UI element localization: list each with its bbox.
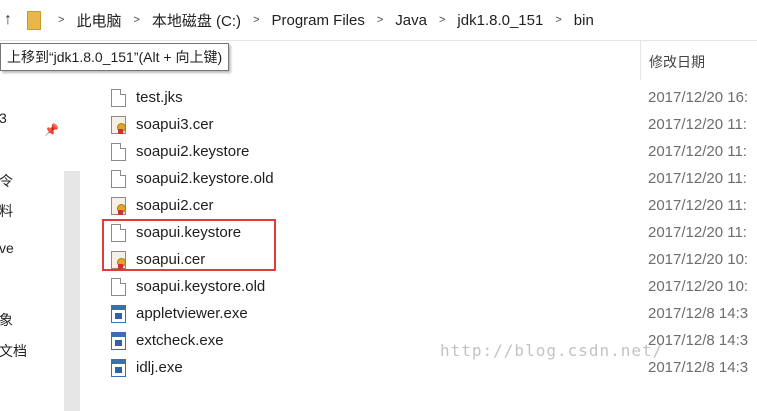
breadcrumb-separator-icon[interactable]: > [439,14,445,26]
breadcrumb-item[interactable]: jdk1.8.0_151 [457,12,543,29]
arrow-up-icon: ↑ [4,11,12,28]
file-row[interactable]: appletviewer.exe 2017/12/8 14:3 [108,301,757,328]
file-name: soapui2.keystore.old [136,170,274,187]
nav-item[interactable]: 料 [0,201,13,221]
document-icon [111,89,126,107]
breadcrumb-item[interactable]: 此电脑 [76,10,121,31]
breadcrumb-item[interactable]: 本地磁盘 (C:) [152,10,241,31]
nav-item[interactable]: 3 [0,110,7,126]
breadcrumb-item[interactable]: Program Files [272,12,365,29]
file-name: soapui.keystore.old [136,278,266,295]
file-date: 2017/12/20 11: [648,197,747,214]
executable-icon [111,332,126,350]
nav-item[interactable]: 象 [0,310,13,330]
file-date: 2017/12/20 11: [648,143,747,160]
watermark: http://blog.csdn.net/ [440,341,664,360]
file-name: soapui2.keystore [136,143,250,160]
breadcrumb-item[interactable]: Java [395,12,427,29]
file-name: appletviewer.exe [136,305,248,322]
document-icon [111,170,126,188]
folder-icon [27,11,41,30]
breadcrumb-separator-icon[interactable]: > [58,14,64,26]
document-icon [111,143,126,161]
address-bar: ↑ > 此电脑 > 本地磁盘 (C:) > Program Files > Ja… [0,0,757,41]
file-name: soapui2.cer [136,197,214,214]
nav-item[interactable]: ve [0,240,14,256]
file-row[interactable]: soapui2.keystore 2017/12/20 11: [108,139,757,166]
file-date: 2017/12/8 14:3 [648,305,749,322]
file-name: idlj.exe [136,359,183,376]
breadcrumb-separator-icon[interactable]: > [133,14,139,26]
file-row[interactable]: soapui3.cer 2017/12/20 11: [108,112,757,139]
highlight-box [102,219,276,271]
breadcrumb-separator-icon[interactable]: > [377,14,383,26]
certificate-icon [111,116,126,134]
column-header-label: 修改日期 [649,54,705,70]
executable-icon [111,305,126,323]
tooltip: 上移到“jdk1.8.0_151”(Alt + 向上键) [0,43,230,71]
file-name: extcheck.exe [136,332,224,349]
file-date: 2017/12/20 10: [648,278,749,295]
file-name: soapui3.cer [136,116,214,133]
breadcrumb-separator-icon[interactable]: > [555,14,561,26]
file-row[interactable]: soapui2.cer 2017/12/20 11: [108,193,757,220]
breadcrumb-item[interactable]: bin [574,12,594,29]
column-header-date-modified[interactable]: 修改日期 [640,40,757,80]
nav-scrollbar[interactable] [64,171,80,411]
file-row[interactable]: soapui.keystore.old 2017/12/20 10: [108,274,757,301]
nav-item[interactable]: 文档 [0,341,27,361]
up-button[interactable]: ↑ [0,8,16,32]
file-date: 2017/12/20 11: [648,116,747,133]
certificate-icon [111,197,126,215]
file-row[interactable]: soapui2.keystore.old 2017/12/20 11: [108,166,757,193]
nav-item[interactable]: 令 [0,171,13,191]
navigation-pane: 📌 3 令 料 ve 象 文档 [0,41,80,411]
file-name: test.jks [136,89,183,106]
file-date: 2017/12/20 10: [648,251,749,268]
executable-icon [111,359,126,377]
file-date: 2017/12/20 11: [648,170,747,187]
document-icon [111,278,126,296]
file-date: 2017/12/8 14:3 [648,359,749,376]
file-date: 2017/12/20 11: [648,224,747,241]
pin-icon[interactable]: 📌 [44,123,59,137]
file-date: 2017/12/20 16: [648,89,749,106]
breadcrumb: > 此电脑 > 本地磁盘 (C:) > Program Files > Java… [46,0,594,40]
breadcrumb-separator-icon[interactable]: > [253,14,259,26]
file-row[interactable]: test.jks 2017/12/20 16: [108,85,757,112]
